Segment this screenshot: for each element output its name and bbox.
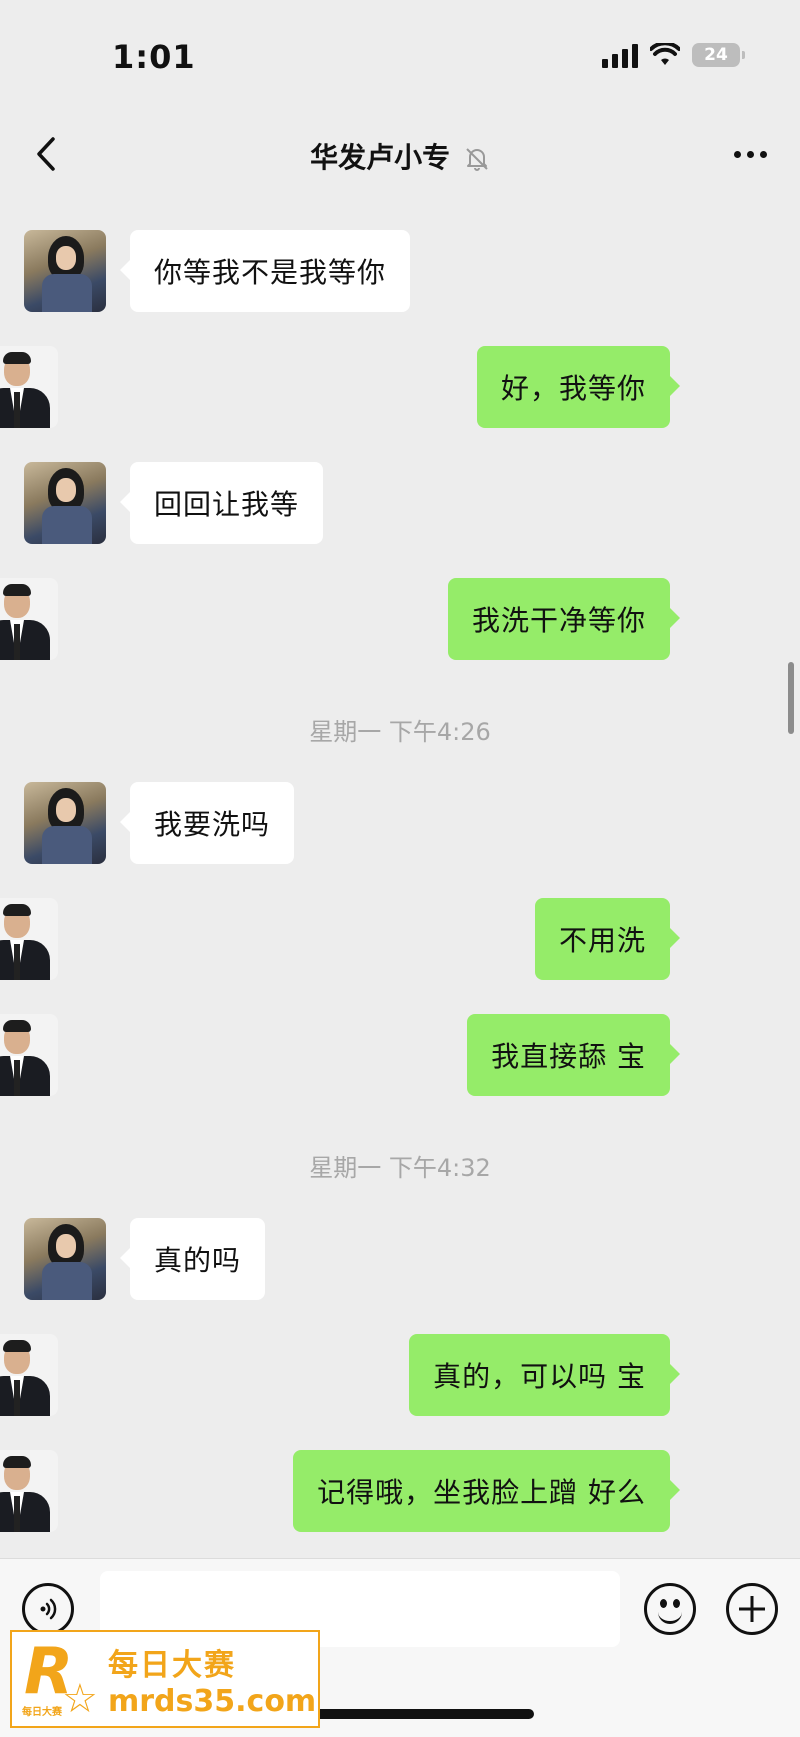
received-message-bubble[interactable]: 回回让我等 — [119, 462, 324, 544]
sent-message-bubble[interactable]: 好，我等你 — [476, 346, 681, 428]
more-button[interactable] — [722, 132, 778, 176]
scrollbar[interactable] — [788, 662, 794, 734]
message-row: 我直接舔 宝 — [0, 1014, 800, 1098]
sent-message-bubble[interactable]: 我洗干净等你 — [447, 578, 681, 660]
message-row: 真的吗 — [0, 1218, 800, 1302]
chat-title-wrap: 华发卢小专 — [0, 136, 800, 176]
contact-avatar[interactable] — [24, 1218, 106, 1300]
contact-avatar[interactable] — [24, 782, 106, 864]
watermark: R ☆ 每日大赛 每日大赛 mrds35.com — [10, 1630, 320, 1728]
voice-icon — [40, 1598, 57, 1620]
message-timestamp: 星期一 下午4:32 — [309, 1154, 491, 1182]
emoji-icon-mouth — [658, 1609, 682, 1624]
chat-title: 华发卢小专 — [310, 141, 451, 174]
more-icon-dot — [733, 150, 741, 158]
my-avatar[interactable] — [0, 898, 58, 980]
watermark-logo-small-text: 每日大赛 — [22, 1707, 62, 1718]
plus-button[interactable] — [726, 1583, 778, 1635]
my-avatar[interactable] — [0, 1014, 58, 1096]
watermark-url: mrds35.com — [108, 1683, 317, 1719]
my-avatar[interactable] — [0, 1450, 58, 1532]
sent-message-bubble[interactable]: 真的，可以吗 宝 — [409, 1334, 680, 1416]
watermark-logo: R ☆ 每日大赛 — [18, 1637, 102, 1721]
message-row: 回回让我等 — [0, 462, 800, 546]
sent-message-bubble[interactable]: 记得哦，坐我脸上蹭 好么 — [293, 1450, 680, 1532]
status-time: 1:01 — [112, 38, 196, 76]
status-icons: 24 — [602, 42, 745, 68]
emoji-icon-eye — [673, 1599, 680, 1608]
more-icon-dot — [759, 150, 767, 158]
sent-message-bubble[interactable]: 我直接舔 宝 — [467, 1014, 680, 1096]
message-timestamp: 星期一 下午4:26 — [309, 718, 491, 746]
received-message-bubble[interactable]: 真的吗 — [119, 1218, 266, 1300]
nav-bar: 华发卢小专 — [0, 110, 800, 200]
star-icon: ☆ — [62, 1676, 98, 1722]
contact-avatar[interactable] — [24, 230, 106, 312]
received-message-bubble[interactable]: 你等我不是我等你 — [119, 230, 411, 312]
battery-icon: 24 — [692, 43, 745, 67]
message-row: 不用洗 — [0, 898, 800, 982]
emoji-icon-eye — [660, 1599, 667, 1608]
voice-button[interactable] — [22, 1583, 74, 1635]
status-bar: 1:01 24 — [0, 0, 800, 110]
my-avatar[interactable] — [0, 346, 58, 428]
contact-avatar[interactable] — [24, 462, 106, 544]
message-list[interactable]: 你等我不是我等你 好，我等你 回回让我等 我洗干净等你 星期一 下午4:26 我… — [0, 200, 800, 1560]
wifi-icon — [650, 43, 680, 65]
message-row: 记得哦，坐我脸上蹭 好么 — [0, 1450, 800, 1534]
received-message-bubble[interactable]: 我要洗吗 — [119, 782, 295, 864]
message-row: 你等我不是我等你 — [0, 230, 800, 314]
watermark-text: 每日大赛 mrds35.com — [108, 1640, 316, 1719]
watermark-brand: 每日大赛 — [108, 1647, 236, 1683]
my-avatar[interactable] — [0, 578, 58, 660]
message-row: 我洗干净等你 — [0, 578, 800, 662]
cellular-signal-icon — [602, 42, 638, 68]
emoji-button[interactable] — [644, 1583, 696, 1635]
sent-message-bubble[interactable]: 不用洗 — [534, 898, 681, 980]
message-row: 好，我等你 — [0, 346, 800, 430]
mute-bell-icon — [466, 148, 488, 171]
more-icon-dot — [746, 150, 754, 158]
message-row: 我要洗吗 — [0, 782, 800, 866]
message-row: 真的，可以吗 宝 — [0, 1334, 800, 1418]
my-avatar[interactable] — [0, 1334, 58, 1416]
